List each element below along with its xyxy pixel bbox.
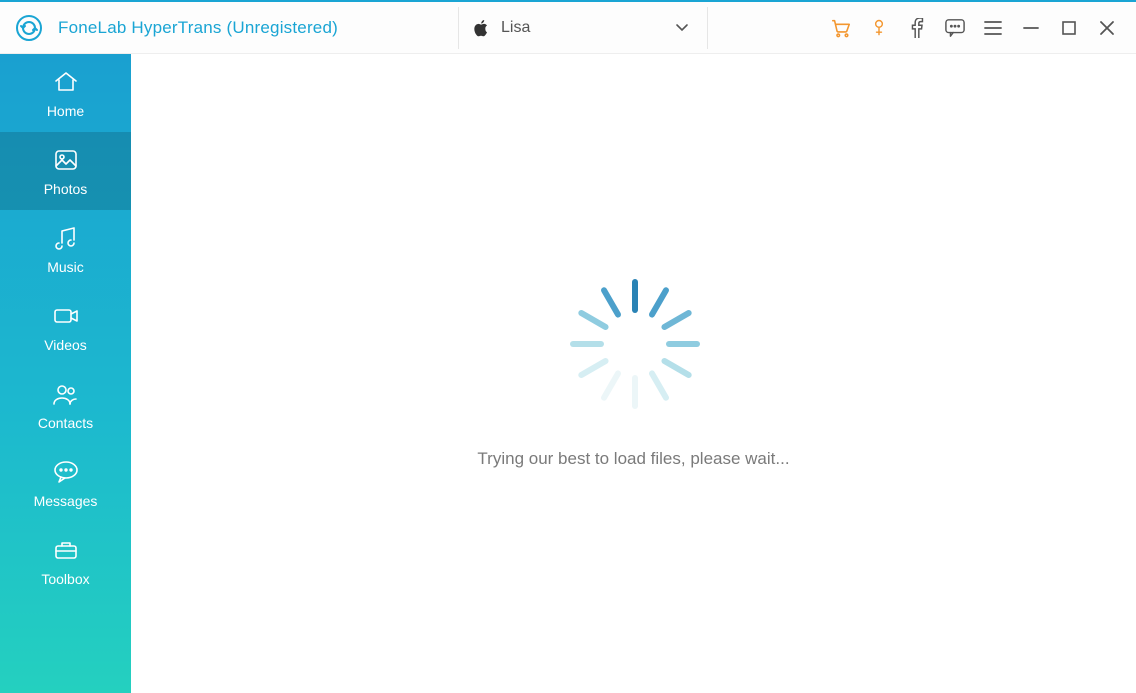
app-logo-icon [14, 13, 44, 43]
sidebar-item-home[interactable]: Home [0, 54, 131, 132]
music-icon [51, 223, 81, 253]
app-window: FoneLab HyperTrans (Unregistered) Lisa [0, 0, 1136, 693]
contacts-icon [51, 379, 81, 409]
sidebar-item-toolbox[interactable]: Toolbox [0, 522, 131, 600]
menu-icon[interactable] [982, 17, 1004, 39]
sidebar-item-label: Home [47, 103, 84, 119]
app-body: Home Photos [0, 54, 1136, 693]
toolbox-icon [51, 535, 81, 565]
sidebar-item-videos[interactable]: Videos [0, 288, 131, 366]
app-title: FoneLab HyperTrans (Unregistered) [58, 18, 338, 38]
facebook-icon[interactable] [906, 17, 928, 39]
videos-icon [51, 301, 81, 331]
sidebar-item-label: Music [47, 259, 84, 275]
device-selector[interactable]: Lisa [458, 7, 708, 49]
loading-spinner-icon [569, 279, 699, 409]
device-name: Lisa [501, 19, 675, 37]
home-icon [51, 67, 81, 97]
chevron-down-icon [675, 21, 689, 35]
sidebar-item-music[interactable]: Music [0, 210, 131, 288]
messages-icon [51, 457, 81, 487]
sidebar-item-label: Toolbox [41, 571, 89, 587]
key-icon[interactable] [868, 17, 890, 39]
sidebar: Home Photos [0, 54, 131, 693]
maximize-icon[interactable] [1058, 17, 1080, 39]
photos-icon [51, 145, 81, 175]
minimize-icon[interactable] [1020, 17, 1042, 39]
sidebar-item-messages[interactable]: Messages [0, 444, 131, 522]
titlebar-actions [830, 17, 1124, 39]
loading-message: Trying our best to load files, please wa… [477, 449, 789, 469]
close-icon[interactable] [1096, 17, 1118, 39]
sidebar-item-contacts[interactable]: Contacts [0, 366, 131, 444]
sidebar-item-label: Messages [34, 493, 98, 509]
sidebar-item-label: Videos [44, 337, 87, 353]
title-bar: FoneLab HyperTrans (Unregistered) Lisa [0, 2, 1136, 54]
apple-icon [473, 18, 491, 38]
feedback-icon[interactable] [944, 17, 966, 39]
sidebar-item-photos[interactable]: Photos [0, 132, 131, 210]
sidebar-item-label: Photos [44, 181, 88, 197]
main-content: Trying our best to load files, please wa… [131, 54, 1136, 693]
cart-icon[interactable] [830, 17, 852, 39]
sidebar-item-label: Contacts [38, 415, 93, 431]
